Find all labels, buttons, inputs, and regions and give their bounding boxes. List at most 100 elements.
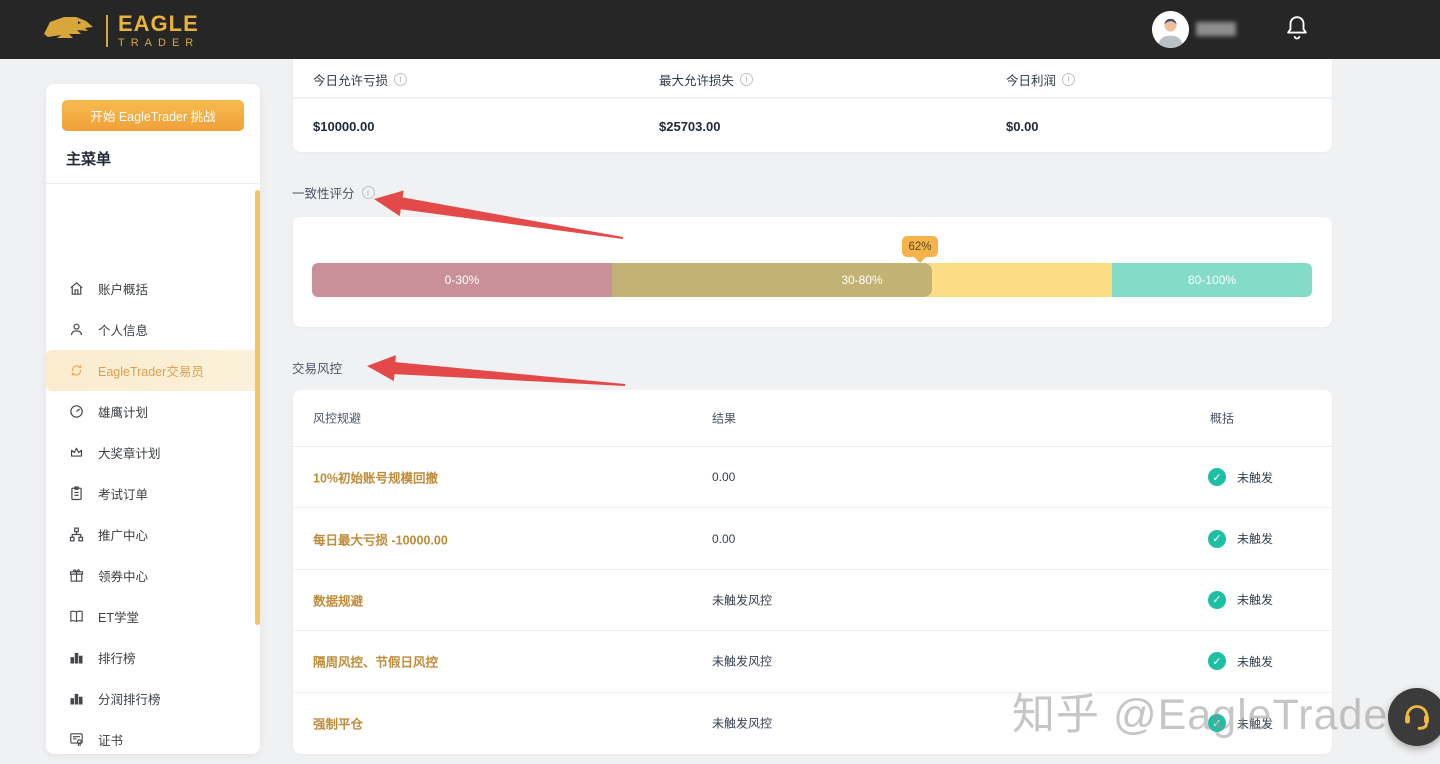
rule-result: 0.00	[712, 532, 735, 546]
menu-divider	[46, 183, 260, 184]
sidebar-item-label: 个人信息	[98, 320, 148, 339]
status-label: 未触发	[1237, 530, 1273, 547]
status-label: 未触发	[1237, 591, 1273, 608]
red-arrow-risk	[367, 355, 625, 386]
table-row: 10%初始账号规模回撤 0.00 ✓ 未触发	[293, 447, 1332, 508]
network-icon	[68, 526, 85, 543]
info-icon[interactable]: i	[740, 73, 753, 86]
rule-result: 未触发风控	[712, 591, 772, 608]
sidebar-item-eagle-plan[interactable]: 雄鹰计划	[46, 391, 260, 432]
certificate-icon	[68, 731, 85, 748]
sidebar-item-download[interactable]: 下载	[46, 760, 260, 764]
rule-name: 数据规避	[313, 590, 363, 609]
stats-header-row	[293, 59, 1332, 99]
sidebar-item-coupon-center[interactable]: 领券中心	[46, 555, 260, 596]
clipboard-icon	[68, 485, 85, 502]
sidebar-item-label: 大奖章计划	[98, 443, 161, 462]
headset-icon	[1400, 698, 1434, 737]
status-label: 未触发	[1237, 653, 1273, 670]
notification-bell-icon[interactable]	[1284, 13, 1310, 43]
sidebar-item-label: 证书	[98, 730, 123, 749]
bar-chart-icon	[68, 690, 85, 707]
consistency-bar: 0-30% 30-80% 80-100% 62%	[312, 263, 1312, 297]
bar-zone-mid: 30-80%	[612, 263, 1112, 297]
col-header-rule: 风控规避	[313, 410, 361, 427]
customer-support-button[interactable]	[1388, 688, 1440, 746]
bar-zone-low-label: 0-30%	[445, 273, 480, 287]
crown-icon	[68, 444, 85, 461]
rule-result: 未触发风控	[712, 715, 772, 732]
info-icon[interactable]: i	[1062, 73, 1075, 86]
rule-result: 0.00	[712, 470, 735, 484]
brand-word-trader: TRADER	[118, 38, 199, 49]
bar-zone-mid-filled	[612, 263, 932, 297]
info-icon[interactable]: i	[362, 186, 375, 199]
check-circle-icon: ✓	[1208, 530, 1226, 548]
sidebar-item-profit-leaderboard[interactable]: 分润排行榜	[46, 678, 260, 719]
sidebar-item-label: 领券中心	[98, 566, 148, 585]
table-row: 强制平仓 未触发风控 ✓ 未触发	[293, 693, 1332, 754]
tooltip-pointer	[914, 257, 926, 263]
table-row: 隔周风控、节假日风控 未触发风控 ✓ 未触发	[293, 631, 1332, 692]
consistency-section-title: 一致性评分i	[292, 183, 375, 202]
stat-value-max-allowed-loss: $25703.00	[659, 101, 720, 152]
sidebar-item-leaderboard[interactable]: 排行榜	[46, 637, 260, 678]
sidebar-item-label: 账户概括	[98, 279, 148, 298]
bar-zone-low: 0-30%	[312, 263, 612, 297]
menu-section-title: 主菜单	[66, 148, 111, 169]
sidebar: 开始 EagleTrader 挑战 主菜单 账户概括 个人信息 EagleTra…	[46, 84, 260, 754]
sidebar-item-label: 雄鹰计划	[98, 402, 148, 421]
rule-name: 隔周风控、节假日风控	[313, 652, 438, 671]
gauge-icon	[68, 403, 85, 420]
gift-icon	[68, 567, 85, 584]
sidebar-item-label: ET学堂	[98, 607, 139, 626]
check-circle-icon: ✓	[1208, 468, 1226, 486]
rule-status: ✓ 未触发	[1208, 530, 1273, 548]
stat-value-today-profit: $0.00	[1006, 101, 1039, 152]
bar-zone-high-label: 80-100%	[1188, 273, 1236, 287]
sidebar-item-medal-plan[interactable]: 大奖章计划	[46, 432, 260, 473]
book-icon	[68, 608, 85, 625]
sidebar-item-eagletrader-trader[interactable]: EagleTrader交易员	[46, 350, 260, 391]
risk-section-title: 交易风控	[292, 358, 342, 377]
bar-zone-high: 80-100%	[1112, 263, 1312, 297]
sidebar-item-et-academy[interactable]: ET学堂	[46, 596, 260, 637]
sidebar-item-label: 排行榜	[98, 648, 136, 667]
sidebar-item-personal-info[interactable]: 个人信息	[46, 309, 260, 350]
home-icon	[68, 280, 85, 297]
user-icon	[68, 321, 85, 338]
risk-control-table: 风控规避 结果 概括 10%初始账号规模回撤 0.00 ✓ 未触发 每日最大亏损…	[293, 390, 1332, 754]
table-row: 数据规避 未触发风控 ✓ 未触发	[293, 570, 1332, 631]
sidebar-scrollbar-thumb[interactable]	[255, 190, 260, 625]
sidebar-item-certificate[interactable]: 证书	[46, 719, 260, 760]
col-header-result: 结果	[712, 410, 736, 427]
status-label: 未触发	[1237, 469, 1273, 486]
bar-tooltip-group: 62%	[902, 236, 938, 263]
daily-stats-card: 今日允许亏损i 最大允许损失i 今日利润i $10000.00 $25703.0…	[293, 59, 1332, 152]
brand-divider	[106, 15, 108, 47]
eagle-logo-icon	[40, 8, 96, 53]
rule-result: 未触发风控	[712, 653, 772, 670]
bar-chart-icon	[68, 649, 85, 666]
user-avatar[interactable]	[1152, 11, 1189, 48]
table-row: 每日最大亏损 -10000.00 0.00 ✓ 未触发	[293, 508, 1332, 569]
info-icon[interactable]: i	[394, 73, 407, 86]
sidebar-item-account-overview[interactable]: 账户概括	[46, 268, 260, 309]
check-circle-icon: ✓	[1208, 714, 1226, 732]
top-header: EAGLE TRADER	[0, 0, 1440, 59]
check-circle-icon: ✓	[1208, 591, 1226, 609]
username-redacted[interactable]	[1196, 22, 1236, 36]
stat-label-max-allowed-loss: 最大允许损失i	[659, 59, 753, 99]
stat-value-today-allowed-loss: $10000.00	[313, 101, 374, 152]
consistency-score-card: 0-30% 30-80% 80-100% 62%	[293, 217, 1332, 327]
sidebar-item-label: 分润排行榜	[98, 689, 161, 708]
sidebar-item-label: 考试订单	[98, 484, 148, 503]
brand-logo: EAGLE TRADER	[40, 8, 199, 53]
stat-label-today-profit: 今日利润i	[1006, 59, 1075, 99]
stat-label-today-allowed-loss: 今日允许亏损i	[313, 59, 407, 99]
sidebar-item-exam-orders[interactable]: 考试订单	[46, 473, 260, 514]
sidebar-item-promotion-center[interactable]: 推广中心	[46, 514, 260, 555]
sidebar-item-label: EagleTrader交易员	[98, 361, 204, 380]
start-challenge-button[interactable]: 开始 EagleTrader 挑战	[62, 100, 244, 131]
brand-word-eagle: EAGLE	[118, 13, 199, 35]
